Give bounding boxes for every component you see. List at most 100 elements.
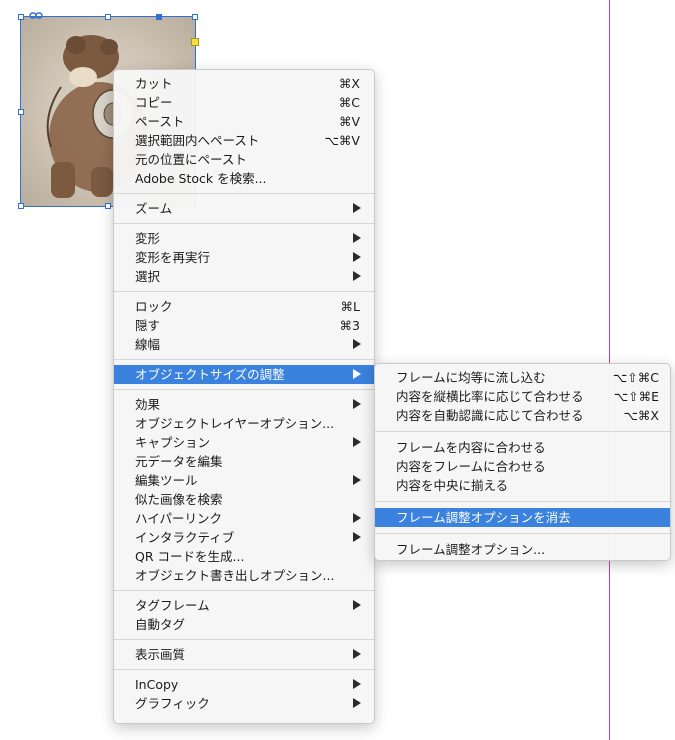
context-menu-item-5-2[interactable]: キャプション <box>114 433 374 452</box>
menu-item-label: カット <box>135 76 173 91</box>
context-menu: カット ⌘X コピー ⌘C ペースト ⌘V 選択範囲内へペースト ⌥⌘V 元の位置にペースト Ad… <box>113 69 375 724</box>
context-menu-item-3-1[interactable]: 隠す ⌘3 <box>114 316 374 335</box>
link-icon[interactable] <box>29 11 43 20</box>
submenu-arrow-icon <box>353 203 361 213</box>
menu-separator <box>114 639 374 640</box>
menu-separator <box>375 533 670 534</box>
menu-item-label: オブジェクトレイヤーオプション... <box>135 416 335 431</box>
context-menu-item-3-0[interactable]: ロック ⌘L <box>114 297 374 316</box>
context-menu-item-5-0[interactable]: 効果 <box>114 395 374 414</box>
menu-item-shortcut: ⌥⌘X <box>623 408 659 423</box>
menu-item-shortcut: ⌘3 <box>339 318 360 333</box>
menu-item-label: キャプション <box>135 435 211 450</box>
menu-item-label: フレームを内容に合わせる <box>396 440 546 455</box>
menu-item-label: Adobe Stock を検索... <box>135 171 267 186</box>
menu-separator <box>375 431 670 432</box>
context-menu-item-8-1[interactable]: グラフィック <box>114 694 374 713</box>
menu-item-label: 選択範囲内へペースト <box>135 133 260 148</box>
menu-item-label: 変形 <box>135 231 161 246</box>
fitting-submenu-item-2-0[interactable]: フレーム調整オプションを消去 <box>375 508 670 527</box>
resize-handle-top-center[interactable] <box>105 14 111 20</box>
menu-separator <box>114 590 374 591</box>
resize-handle-top-left[interactable] <box>18 14 24 20</box>
resize-handle-bottom-left[interactable] <box>18 203 24 209</box>
submenu-arrow-icon <box>353 271 361 281</box>
menu-item-label: グラフィック <box>135 696 210 711</box>
context-menu-item-5-3[interactable]: 元データを編集 <box>114 452 374 471</box>
context-menu-item-0-5[interactable]: Adobe Stock を検索... <box>114 169 374 188</box>
object-fitting-submenu: フレームに均等に流し込む ⌥⇧⌘C 内容を縦横比率に応じて合わせる ⌥⇧⌘E 内容を自動… <box>374 363 671 561</box>
submenu-arrow-icon <box>353 532 361 542</box>
fitting-submenu-item-0-2[interactable]: 内容を自動認識に応じて合わせる ⌥⌘X <box>375 406 670 425</box>
menu-item-label: 選択 <box>135 269 161 284</box>
fitting-submenu-item-1-1[interactable]: 内容をフレームに合わせる <box>375 457 670 476</box>
menu-item-label: 効果 <box>135 397 161 412</box>
menu-separator <box>375 501 670 502</box>
content-grabber-handle[interactable] <box>191 38 199 46</box>
context-menu-item-1-0[interactable]: ズーム <box>114 199 374 218</box>
menu-item-shortcut: ⌥⇧⌘C <box>612 370 659 385</box>
menu-item-label: フレーム調整オプションを消去 <box>396 510 571 525</box>
context-menu-item-2-2[interactable]: 選択 <box>114 267 374 286</box>
menu-item-label: 変形を再実行 <box>135 250 211 265</box>
menu-item-shortcut: ⌘V <box>338 114 360 129</box>
menu-separator <box>114 223 374 224</box>
fitting-submenu-item-3-0[interactable]: フレーム調整オプション... <box>375 540 670 559</box>
submenu-arrow-icon <box>353 698 361 708</box>
menu-item-label: オブジェクトサイズの調整 <box>135 367 285 382</box>
submenu-arrow-icon <box>353 252 361 262</box>
menu-item-label: 表示画質 <box>135 647 186 662</box>
menu-item-label: コピー <box>135 95 173 110</box>
fitting-submenu-item-1-2[interactable]: 内容を中央に揃える <box>375 476 670 495</box>
context-menu-item-5-6[interactable]: ハイパーリンク <box>114 509 374 528</box>
context-menu-item-6-1[interactable]: 自動タグ <box>114 615 374 634</box>
context-menu-item-0-1[interactable]: コピー ⌘C <box>114 93 374 112</box>
submenu-arrow-icon <box>353 339 361 349</box>
context-menu-item-5-1[interactable]: オブジェクトレイヤーオプション... <box>114 414 374 433</box>
context-menu-item-7-0[interactable]: 表示画質 <box>114 645 374 664</box>
menu-item-shortcut: ⌘L <box>340 299 360 314</box>
context-menu-item-5-9[interactable]: オブジェクト書き出しオプション... <box>114 566 374 585</box>
context-menu-item-3-2[interactable]: 線幅 <box>114 335 374 354</box>
resize-handle-top-right[interactable] <box>192 14 198 20</box>
menu-item-shortcut: ⌥⇧⌘E <box>613 389 659 404</box>
fitting-submenu-item-0-0[interactable]: フレームに均等に流し込む ⌥⇧⌘C <box>375 368 670 387</box>
fitting-submenu-item-1-0[interactable]: フレームを内容に合わせる <box>375 438 670 457</box>
context-menu-item-0-2[interactable]: ペースト ⌘V <box>114 112 374 131</box>
fitting-submenu-item-0-1[interactable]: 内容を縦横比率に応じて合わせる ⌥⇧⌘E <box>375 387 670 406</box>
menu-item-label: 自動タグ <box>135 617 186 632</box>
menu-item-label: フレーム調整オプション... <box>396 542 546 557</box>
context-menu-item-2-1[interactable]: 変形を再実行 <box>114 248 374 267</box>
context-menu-item-4-0[interactable]: オブジェクトサイズの調整 <box>114 365 374 384</box>
context-menu-item-0-0[interactable]: カット ⌘X <box>114 74 374 93</box>
context-menu-item-0-4[interactable]: 元の位置にペースト <box>114 150 374 169</box>
context-menu-item-5-4[interactable]: 編集ツール <box>114 471 374 490</box>
submenu-arrow-icon <box>353 233 361 243</box>
menu-item-label: 線幅 <box>135 337 161 352</box>
menu-separator <box>114 193 374 194</box>
menu-item-label: 内容を自動認識に応じて合わせる <box>396 408 584 423</box>
submenu-arrow-icon <box>353 649 361 659</box>
submenu-arrow-icon <box>353 513 361 523</box>
context-menu-item-2-0[interactable]: 変形 <box>114 229 374 248</box>
menu-item-label: 似た画像を検索 <box>135 492 223 507</box>
context-menu-item-8-0[interactable]: InCopy <box>114 675 374 694</box>
context-menu-item-6-0[interactable]: タグフレーム <box>114 596 374 615</box>
context-menu-item-5-8[interactable]: QR コードを生成... <box>114 547 374 566</box>
menu-item-label: フレームに均等に流し込む <box>396 370 546 385</box>
menu-separator <box>114 669 374 670</box>
submenu-arrow-icon <box>353 475 361 485</box>
menu-item-shortcut: ⌘X <box>338 76 360 91</box>
resize-handle-middle-left[interactable] <box>18 109 24 115</box>
context-menu-item-5-5[interactable]: 似た画像を検索 <box>114 490 374 509</box>
submenu-arrow-icon <box>353 600 361 610</box>
context-menu-item-0-3[interactable]: 選択範囲内へペースト ⌥⌘V <box>114 131 374 150</box>
menu-item-label: InCopy <box>135 677 179 692</box>
resize-handle-top-right-inner[interactable] <box>156 14 162 20</box>
menu-separator <box>114 291 374 292</box>
context-menu-item-5-7[interactable]: インタラクティブ <box>114 528 374 547</box>
resize-handle-bottom-center[interactable] <box>105 203 111 209</box>
menu-item-label: ズーム <box>135 201 173 216</box>
submenu-arrow-icon <box>353 399 361 409</box>
menu-item-label: 編集ツール <box>135 473 198 488</box>
